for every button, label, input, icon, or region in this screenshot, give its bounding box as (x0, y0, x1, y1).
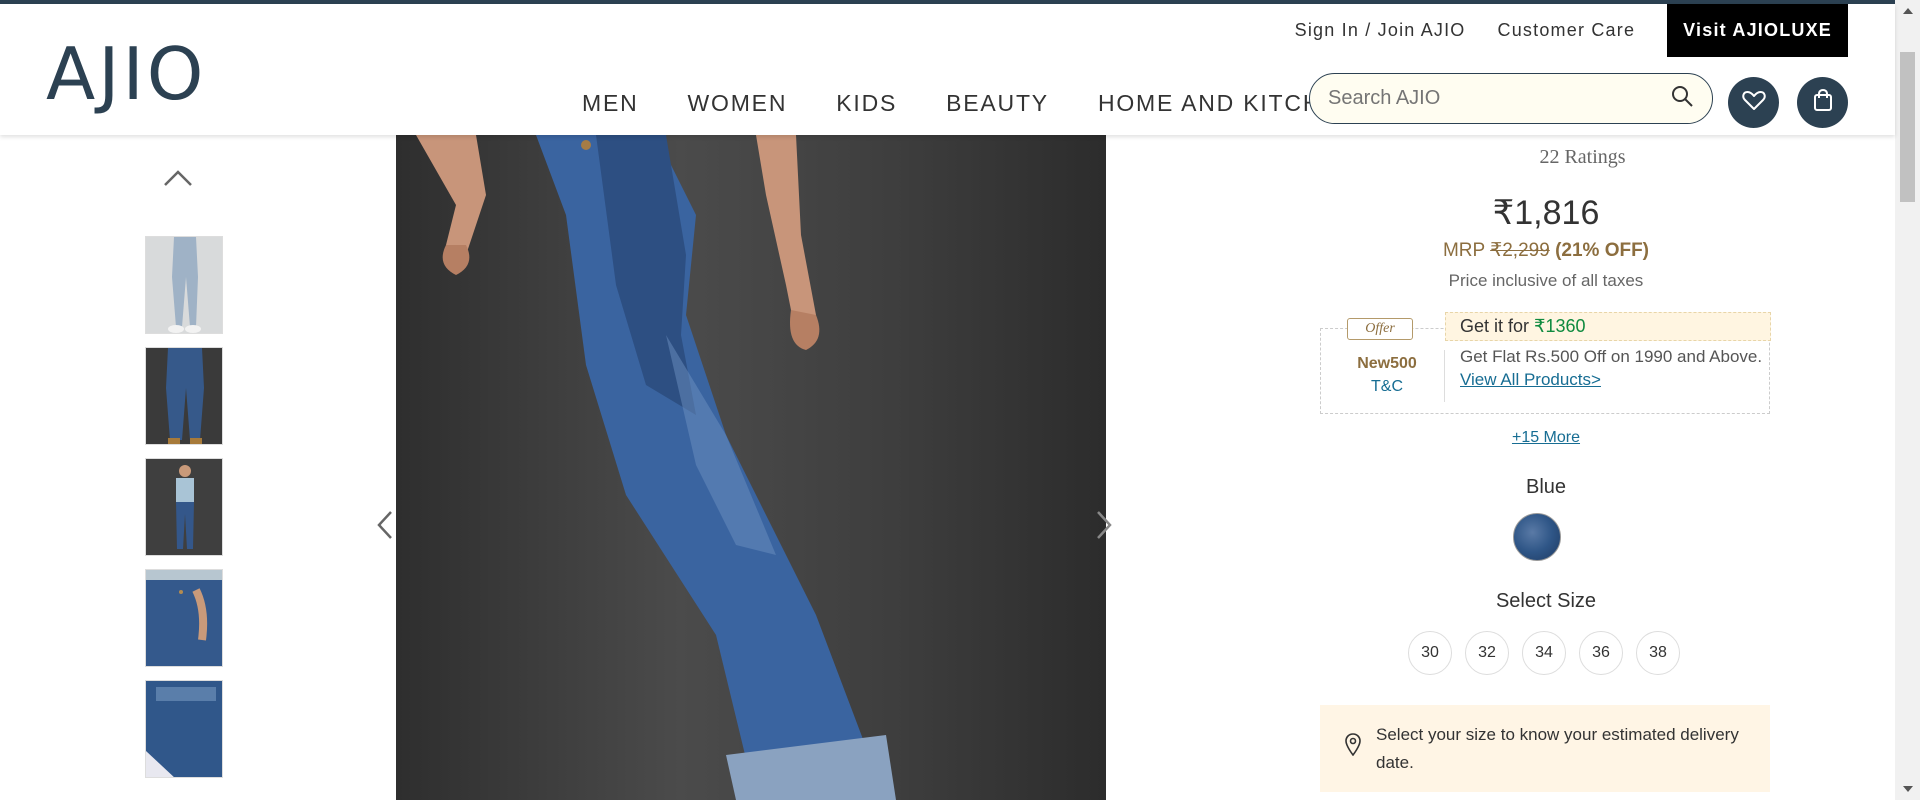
scroll-up-arrow-icon[interactable] (1903, 8, 1913, 14)
nav-kids[interactable]: KIDS (836, 90, 897, 117)
more-offers-link: +15 More (1320, 429, 1772, 447)
mrp-value: ₹2,299 (1490, 240, 1550, 261)
thumbnail-3[interactable] (145, 458, 223, 556)
size-option[interactable]: 38 (1636, 631, 1680, 675)
chevron-right-icon (1094, 511, 1114, 544)
tax-note: Price inclusive of all taxes (1448, 271, 1644, 290)
offer-description: Get Flat Rs.500 Off on 1990 and Above. (1460, 347, 1763, 366)
select-size-title: Select Size (1495, 590, 1597, 612)
sign-in-link[interactable]: Sign In / Join AJIO (1295, 20, 1466, 41)
prev-image-button[interactable] (375, 510, 395, 545)
thumbnail-2[interactable] (145, 347, 223, 445)
offer-divider (1444, 350, 1445, 402)
location-pin-icon (1344, 732, 1362, 765)
get-it-price: ₹1360 (1534, 316, 1586, 336)
ajio-logo[interactable]: AJIO (46, 38, 206, 110)
offer-price-banner: Get it for ₹1360 (1445, 312, 1771, 341)
coupon-code: New500 (1357, 355, 1417, 372)
selected-color-name: Blue (1525, 476, 1567, 498)
nav-men[interactable]: MEN (582, 90, 639, 117)
scroll-down-arrow-icon[interactable] (1903, 786, 1913, 792)
delivery-info: Select your size to know your estimated … (1320, 705, 1770, 792)
color-swatch-blue[interactable] (1513, 513, 1561, 561)
next-image-button[interactable] (1094, 510, 1114, 545)
more-offers-text[interactable]: +15 More (1512, 429, 1580, 446)
size-option[interactable]: 34 (1522, 631, 1566, 675)
bag-icon (1812, 88, 1834, 117)
wishlist-button[interactable] (1728, 77, 1779, 128)
product-main-image[interactable] (396, 135, 1106, 800)
search-bar (1309, 73, 1713, 124)
get-it-label: Get it for (1460, 316, 1530, 336)
cart-button[interactable] (1797, 77, 1848, 128)
thumbnail-1[interactable] (145, 236, 223, 334)
header-top-links: Sign In / Join AJIO Customer Care Visit … (1295, 4, 1848, 57)
delivery-text: Select your size to know your estimated … (1376, 724, 1739, 772)
chevron-left-icon (375, 511, 395, 544)
product-ratings[interactable]: 22 Ratings (1510, 146, 1655, 169)
offer-tag: Offer (1347, 318, 1413, 340)
mrp-label: MRP (1442, 240, 1485, 261)
search-input[interactable] (1328, 87, 1670, 110)
product-mrp: MRP ₹2,299 (21% OFF) (1320, 239, 1772, 262)
customer-care-link[interactable]: Customer Care (1498, 20, 1636, 41)
main-nav: MEN WOMEN KIDS BEAUTY HOME AND KITCHEN (582, 90, 1406, 117)
page-scrollbar[interactable] (1895, 0, 1920, 800)
size-option[interactable]: 36 (1579, 631, 1623, 675)
size-option[interactable]: 32 (1465, 631, 1509, 675)
search-icon[interactable] (1670, 84, 1694, 113)
discount-percent: (21% OFF) (1555, 240, 1650, 261)
thumbnail-scroll-up[interactable] (163, 168, 193, 193)
chevron-up-icon (163, 170, 193, 192)
thumbnail-list (145, 236, 223, 791)
terms-link[interactable]: T&C (1340, 378, 1434, 396)
product-price: ₹1,816 (1492, 194, 1600, 232)
view-all-products-link[interactable]: View All Products> (1460, 370, 1601, 390)
size-options: 30 32 34 36 38 (1408, 631, 1693, 675)
visit-ajioluxe-button[interactable]: Visit AJIOLUXE (1667, 4, 1848, 57)
nav-beauty[interactable]: BEAUTY (946, 90, 1049, 117)
site-header: AJIO Sign In / Join AJIO Customer Care V… (0, 4, 1895, 135)
heart-icon (1741, 89, 1766, 116)
size-option[interactable]: 30 (1408, 631, 1452, 675)
thumbnail-4[interactable] (145, 569, 223, 667)
scrollbar-thumb[interactable] (1900, 52, 1915, 202)
thumbnail-5[interactable] (145, 680, 223, 778)
nav-women[interactable]: WOMEN (688, 90, 788, 117)
